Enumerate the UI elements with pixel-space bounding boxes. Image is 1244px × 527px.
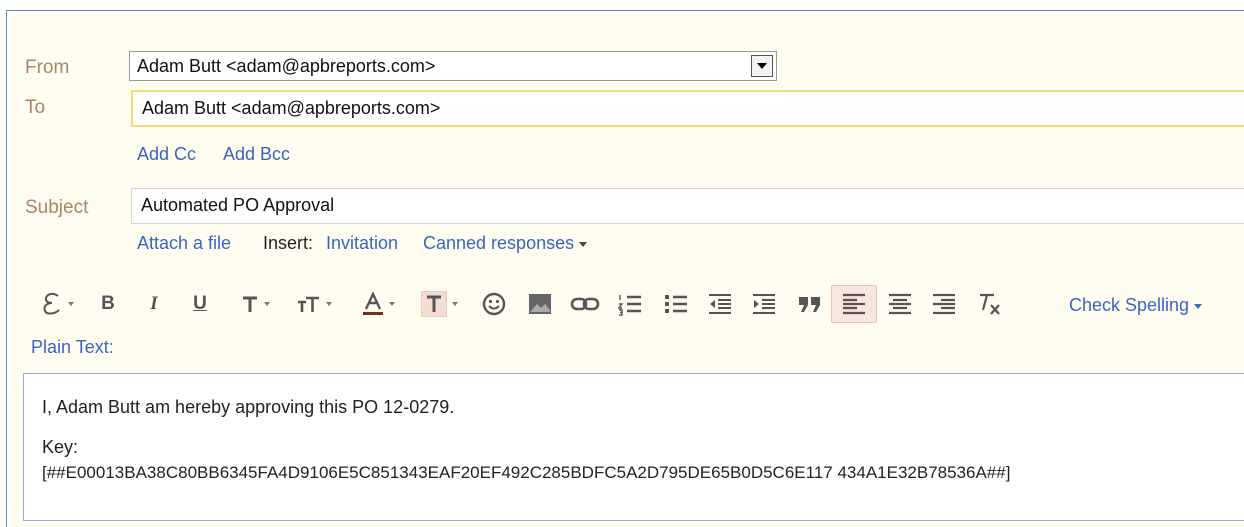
check-spelling-label: Check Spelling <box>1069 295 1190 315</box>
underline-icon: U <box>193 293 207 314</box>
highlight-color-icon <box>420 291 447 317</box>
from-select[interactable]: Adam Butt <adam@apbreports.com> <box>129 51 777 81</box>
add-bcc-link[interactable]: Add Bcc <box>223 144 290 165</box>
to-input[interactable]: Adam Butt <adam@apbreports.com> <box>131 90 1244 127</box>
font-button[interactable] <box>29 285 85 323</box>
from-dropdown-button[interactable] <box>751 55 773 77</box>
chevron-down-icon <box>388 302 395 306</box>
indent-less-button[interactable] <box>705 285 735 323</box>
subject-label: Subject <box>25 197 89 218</box>
add-cc-link[interactable]: Add Cc <box>137 144 196 165</box>
quote-button[interactable] <box>795 285 825 323</box>
canned-responses-label: Canned responses <box>423 233 575 253</box>
plain-text-link[interactable]: Plain Text: <box>31 337 114 358</box>
bulleted-list-icon <box>665 295 687 313</box>
text-size-icon <box>297 296 319 312</box>
indent-more-button[interactable] <box>749 285 779 323</box>
to-value: Adam Butt <adam@apbreports.com> <box>142 98 441 118</box>
formatting-toolbar: B I U <box>29 285 1029 325</box>
attach-file-link[interactable]: Attach a file <box>137 233 231 254</box>
to-label: To <box>25 97 46 118</box>
insert-image-button[interactable] <box>525 285 555 323</box>
italic-button[interactable]: I <box>143 285 165 323</box>
numbered-list-button[interactable] <box>615 285 645 323</box>
key-value: [##E00013BA38C80BB6345FA4D9106E5C851343E… <box>42 463 1011 482</box>
key-label: Key: <box>42 437 79 457</box>
message-body[interactable]: I, Adam Butt am hereby approving this PO… <box>23 373 1244 521</box>
underline-button[interactable]: U <box>189 285 211 323</box>
quote-icon <box>799 297 820 312</box>
italic-icon: I <box>150 293 158 314</box>
subject-value: Automated PO Approval <box>141 195 335 215</box>
align-right-icon <box>933 293 955 315</box>
bold-icon: B <box>101 293 115 314</box>
bold-button[interactable]: B <box>97 285 119 323</box>
align-left-icon <box>843 293 865 315</box>
highlight-color-button[interactable] <box>415 285 463 323</box>
text-t-icon <box>242 296 257 312</box>
insert-label: Insert: <box>263 233 314 253</box>
chevron-down-icon <box>757 63 767 69</box>
from-value: Adam Butt <adam@apbreports.com> <box>137 56 436 76</box>
from-label: From <box>25 57 70 78</box>
chevron-down-icon <box>67 302 74 306</box>
font-size-button[interactable] <box>291 285 337 323</box>
chevron-down-icon <box>263 302 270 306</box>
compose-panel: From Adam Butt <adam@apbreports.com> To … <box>6 10 1244 527</box>
subject-input[interactable]: Automated PO Approval <box>131 188 1244 224</box>
invitation-link[interactable]: Invitation <box>326 233 398 254</box>
text-color-icon <box>362 292 383 315</box>
insert-link-button[interactable] <box>567 285 603 323</box>
link-icon <box>570 297 600 311</box>
align-right-button[interactable] <box>929 285 959 323</box>
align-center-icon <box>889 293 911 315</box>
text-color-button[interactable] <box>355 285 401 323</box>
chevron-down-icon <box>325 302 332 306</box>
align-center-button[interactable] <box>885 285 915 323</box>
chevron-down-icon <box>579 241 588 247</box>
canned-responses-link[interactable]: Canned responses <box>423 233 588 254</box>
smiley-icon <box>482 292 506 316</box>
font-family-button[interactable] <box>235 285 275 323</box>
remove-formatting-icon <box>980 293 1000 315</box>
chevron-down-icon <box>1194 303 1203 309</box>
align-left-button[interactable] <box>831 285 877 323</box>
font-script-icon <box>43 292 60 315</box>
numbered-list-icon <box>618 295 641 316</box>
image-icon <box>529 294 551 314</box>
bulleted-list-button[interactable] <box>661 285 691 323</box>
chevron-down-icon <box>451 302 458 306</box>
message-line-1: I, Adam Butt am hereby approving this PO… <box>42 397 455 417</box>
emoji-button[interactable] <box>479 285 509 323</box>
indent-more-icon <box>753 294 775 314</box>
remove-formatting-button[interactable] <box>973 285 1005 323</box>
indent-less-icon <box>709 294 731 314</box>
check-spelling-link[interactable]: Check Spelling <box>1069 295 1203 316</box>
